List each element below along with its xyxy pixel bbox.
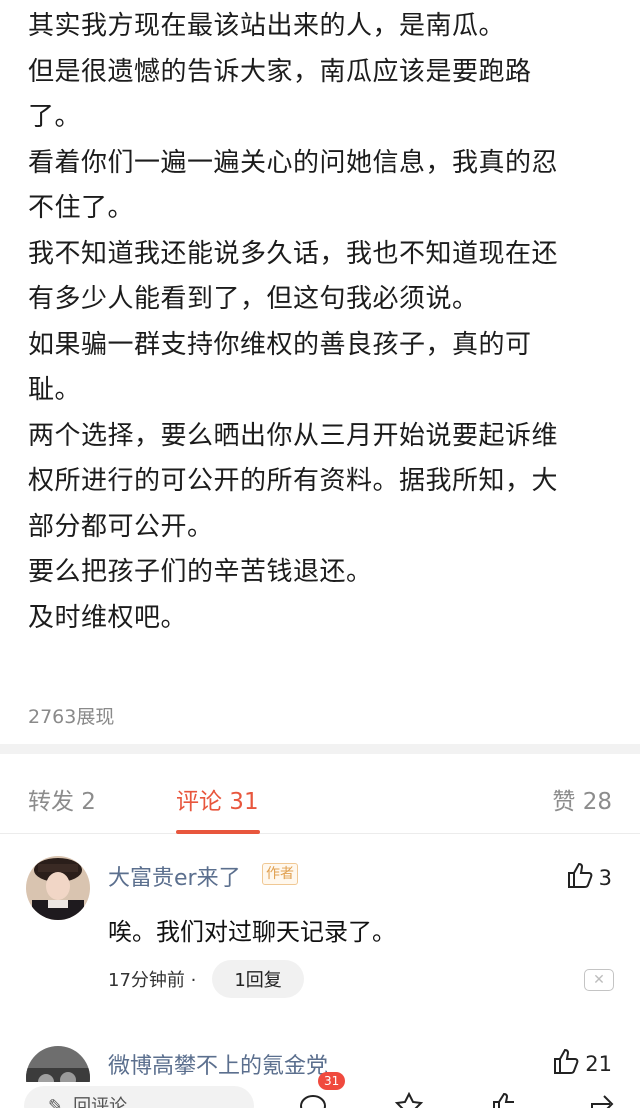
post-body: 其实我方现在最该站出来的人，是南瓜。 但是很遗憾的告诉大家，南瓜应该是要跑路 了… <box>0 0 640 641</box>
post-line: 如果骗一群支持你维权的善良孩子，真的可 <box>28 329 532 360</box>
like-button[interactable]: 3 <box>565 860 612 895</box>
like-button[interactable]: 21 <box>551 1046 612 1081</box>
close-icon[interactable]: ✕ <box>584 969 614 991</box>
tab-likes[interactable]: 赞 28 <box>552 782 612 816</box>
like-count: 3 <box>598 865 612 890</box>
post-line: 其实我方现在最该站出来的人，是南瓜。 <box>28 11 506 41</box>
comment-count-badge: 31 <box>318 1072 346 1090</box>
section-divider <box>0 744 640 754</box>
reply-button[interactable]: 1回复 <box>212 960 304 998</box>
author-badge: 作者 <box>262 863 298 885</box>
comment-text: 唉。我们对过聊天记录了。 <box>108 918 396 946</box>
post-line: 但是很遗憾的告诉大家，南瓜应该是要跑路 <box>28 56 532 87</box>
pencil-icon: ✎ <box>48 1096 64 1108</box>
post-line: 要么把孩子们的辛苦钱退还。 <box>28 557 373 587</box>
thumbs-up-icon[interactable] <box>490 1092 520 1108</box>
view-count: 2763展现 <box>28 706 115 728</box>
post-line: 看着你们一遍一遍关心的问她信息，我真的忍 <box>28 147 559 178</box>
comment-input[interactable]: ✎ 回评论 <box>24 1086 254 1108</box>
comment-icon[interactable] <box>298 1092 328 1108</box>
star-icon[interactable] <box>394 1091 424 1108</box>
comment-item: 大富贵er来了 作者 3 唉。我们对过聊天记录了。 17分钟前 · 1回复 ✕ <box>0 848 640 1008</box>
comment-time: 17分钟前 · <box>108 970 197 991</box>
comment-input-label: 回评论 <box>73 1096 128 1108</box>
tab-comments[interactable]: 评论 31 <box>176 782 259 816</box>
post-line: 两个选择，要么晒出你从三月开始说要起诉维 <box>28 420 559 451</box>
post-line: 及时维权吧。 <box>28 602 188 633</box>
post-line: 权所进行的可公开的所有资料。据我所知，大 <box>28 466 559 496</box>
thumbs-up-icon <box>565 860 595 895</box>
post-line: 了。 <box>28 102 82 132</box>
tab-repost[interactable]: 转发 2 <box>28 782 96 816</box>
active-tab-indicator <box>176 830 260 834</box>
interaction-tabs: 转发 2 评论 31 赞 28 <box>0 754 640 834</box>
post-line: 有多少人能看到了，但这句我必须说。 <box>28 284 479 314</box>
avatar[interactable] <box>26 856 90 920</box>
share-icon[interactable] <box>586 1092 616 1108</box>
comment-meta: 17分钟前 · 1回复 <box>108 960 304 998</box>
post-line: 部分都可公开。 <box>28 511 214 542</box>
post-line: 不住了。 <box>28 193 135 223</box>
thumbs-up-icon <box>551 1046 581 1081</box>
post-line: 我不知道我还能说多久话，我也不知道现在还 <box>28 238 559 269</box>
post-line: 耻。 <box>28 375 82 405</box>
like-count: 21 <box>585 1051 612 1076</box>
comment-username[interactable]: 微博高攀不上的氪金党 <box>108 1048 328 1080</box>
bottom-toolbar: ✎ 回评论 31 <box>0 1072 640 1108</box>
comment-username[interactable]: 大富贵er来了 <box>108 860 241 892</box>
